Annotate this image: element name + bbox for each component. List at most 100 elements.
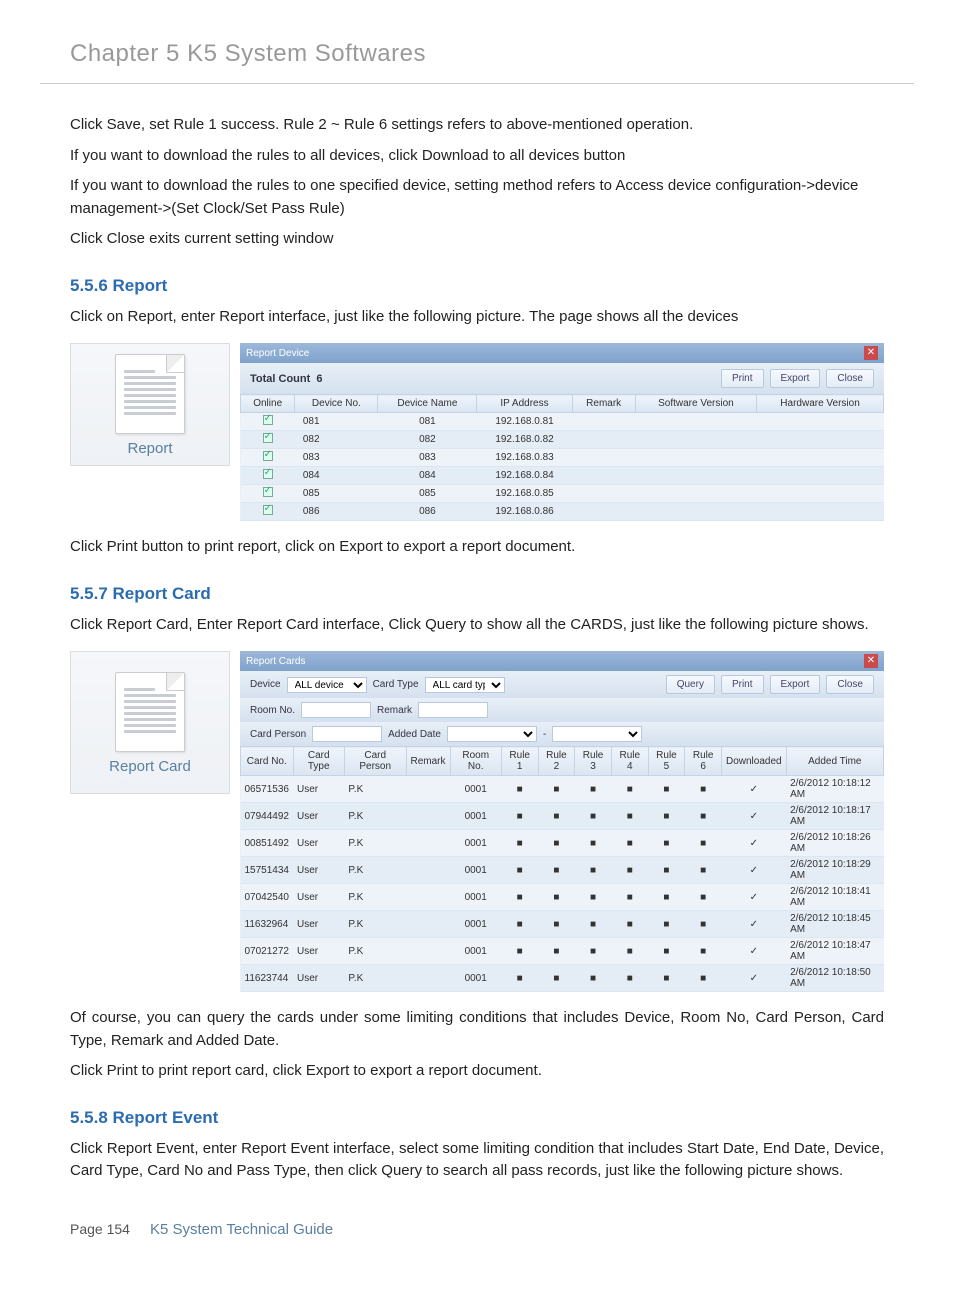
label-device: Device xyxy=(250,679,281,690)
table-row[interactable]: 082082192.168.0.82 xyxy=(241,431,884,449)
report-cards-window: Report Cards ✕ Device ALL device Card Ty… xyxy=(240,651,884,992)
table-row[interactable]: 084084192.168.0.84 xyxy=(241,467,884,485)
s556-p2: Click Print button to print report, clic… xyxy=(70,536,884,559)
chapter-header: Chapter 5 K5 System Softwares xyxy=(40,30,914,84)
intro-p3: If you want to download the rules to one… xyxy=(70,175,884,220)
s558-p1: Click Report Event, enter Report Event i… xyxy=(70,1138,884,1183)
report-card-icon-label: Report Card xyxy=(71,758,229,775)
col-remark[interactable]: Remark xyxy=(572,395,635,413)
s556-p1: Click on Report, enter Report interface,… xyxy=(70,306,884,329)
intro-p2: If you want to download the rules to all… xyxy=(70,145,884,168)
export-button[interactable]: Export xyxy=(770,675,821,694)
window-titlebar: Report Device ✕ xyxy=(240,343,884,363)
intro-p1: Click Save, set Rule 1 success. Rule 2 ~… xyxy=(70,114,884,137)
report-sidebar-icon[interactable]: Report xyxy=(70,343,230,466)
col-roomno[interactable]: Room No. xyxy=(450,747,501,776)
window-titlebar: Report Cards ✕ xyxy=(240,651,884,671)
col-r3[interactable]: Rule 3 xyxy=(575,747,612,776)
close-button[interactable]: Close xyxy=(826,675,874,694)
total-count-label: Total Count 6 xyxy=(250,373,323,385)
table-row[interactable]: 06571536UserP.K0001■■■■■■✓2/6/2012 10:18… xyxy=(241,776,884,803)
col-devno[interactable]: Device No. xyxy=(295,395,378,413)
device-grid: Online Device No. Device Name IP Address… xyxy=(240,394,884,521)
col-hw[interactable]: Hardware Version xyxy=(757,395,884,413)
close-icon[interactable]: ✕ xyxy=(864,654,878,668)
report-card-sidebar-icon[interactable]: Report Card xyxy=(70,651,230,794)
filter-row: Device ALL device Card Type ALL card typ… xyxy=(240,671,884,698)
checkbox-icon[interactable] xyxy=(263,505,273,515)
addeddate-to[interactable] xyxy=(552,726,642,742)
label-cardperson: Card Person xyxy=(250,729,306,740)
report-device-window: Report Device ✕ Total Count 6 Print Expo… xyxy=(240,343,884,521)
cardtype-select[interactable]: ALL card type xyxy=(425,677,505,693)
table-row[interactable]: 086086192.168.0.86 xyxy=(241,503,884,521)
close-button[interactable]: Close xyxy=(826,369,874,388)
checkbox-icon[interactable] xyxy=(263,451,273,461)
col-r6[interactable]: Rule 6 xyxy=(685,747,722,776)
s557-p1: Click Report Card, Enter Report Card int… xyxy=(70,614,884,637)
col-dl[interactable]: Downloaded xyxy=(721,747,786,776)
report-toolbar: Total Count 6 Print Export Close xyxy=(240,363,884,394)
addeddate-from[interactable] xyxy=(447,726,537,742)
report-icon-label: Report xyxy=(71,440,229,457)
table-row[interactable]: 11623744UserP.K0001■■■■■■✓2/6/2012 10:18… xyxy=(241,965,884,992)
col-cardno[interactable]: Card No. xyxy=(241,747,294,776)
table-row[interactable]: 07021272UserP.K0001■■■■■■✓2/6/2012 10:18… xyxy=(241,938,884,965)
window-title: Report Device xyxy=(246,348,309,359)
print-button[interactable]: Print xyxy=(721,369,764,388)
checkbox-icon[interactable] xyxy=(263,487,273,497)
label-cardtype: Card Type xyxy=(373,679,419,690)
s557-p2: Of course, you can query the cards under… xyxy=(70,1007,884,1052)
col-r1[interactable]: Rule 1 xyxy=(501,747,538,776)
print-button[interactable]: Print xyxy=(721,675,764,694)
col-sw[interactable]: Software Version xyxy=(635,395,756,413)
heading-556: 5.5.6 Report xyxy=(70,276,884,296)
table-row[interactable]: 07042540UserP.K0001■■■■■■✓2/6/2012 10:18… xyxy=(241,884,884,911)
table-row[interactable]: 07944492UserP.K0001■■■■■■✓2/6/2012 10:18… xyxy=(241,803,884,830)
col-r2[interactable]: Rule 2 xyxy=(538,747,575,776)
document-icon xyxy=(115,672,185,752)
device-select[interactable]: ALL device xyxy=(287,677,367,693)
export-button[interactable]: Export xyxy=(770,369,821,388)
label-roomno: Room No. xyxy=(250,705,295,716)
col-r4[interactable]: Rule 4 xyxy=(611,747,648,776)
col-devname[interactable]: Device Name xyxy=(378,395,477,413)
s557-p3: Click Print to print report card, click … xyxy=(70,1060,884,1083)
col-cardtype[interactable]: Card Type xyxy=(293,747,344,776)
filter-row-2: Room No. Remark xyxy=(240,698,884,722)
table-row[interactable]: 081081192.168.0.81 xyxy=(241,413,884,431)
col-cardperson[interactable]: Card Person xyxy=(344,747,406,776)
guide-title: K5 System Technical Guide xyxy=(150,1221,333,1238)
checkbox-icon[interactable] xyxy=(263,415,273,425)
checkbox-icon[interactable] xyxy=(263,433,273,443)
figure-report-card: Report Card Report Cards ✕ Device ALL de… xyxy=(70,651,884,992)
heading-557: 5.5.7 Report Card xyxy=(70,584,884,604)
figure-report: Report Report Device ✕ Total Count 6 Pri… xyxy=(70,343,884,521)
col-remark[interactable]: Remark xyxy=(406,747,450,776)
table-row[interactable]: 11632964UserP.K0001■■■■■■✓2/6/2012 10:18… xyxy=(241,911,884,938)
heading-558: 5.5.8 Report Event xyxy=(70,1108,884,1128)
col-r5[interactable]: Rule 5 xyxy=(648,747,685,776)
page-footer: Page 154 K5 System Technical Guide xyxy=(40,1191,914,1248)
table-row[interactable]: 083083192.168.0.83 xyxy=(241,449,884,467)
col-ip[interactable]: IP Address xyxy=(477,395,572,413)
col-added[interactable]: Added Time xyxy=(786,747,883,776)
remark-input[interactable] xyxy=(418,702,488,718)
cards-grid: Card No. Card Type Card Person Remark Ro… xyxy=(240,746,884,992)
col-online[interactable]: Online xyxy=(241,395,295,413)
cardperson-input[interactable] xyxy=(312,726,382,742)
table-row[interactable]: 15751434UserP.K0001■■■■■■✓2/6/2012 10:18… xyxy=(241,857,884,884)
filter-row-3: Card Person Added Date - xyxy=(240,722,884,746)
table-row[interactable]: 085085192.168.0.85 xyxy=(241,485,884,503)
document-icon xyxy=(115,354,185,434)
table-row[interactable]: 00851492UserP.K0001■■■■■■✓2/6/2012 10:18… xyxy=(241,830,884,857)
intro-p4: Click Close exits current setting window xyxy=(70,228,884,251)
checkbox-icon[interactable] xyxy=(263,469,273,479)
label-remark: Remark xyxy=(377,705,412,716)
query-button[interactable]: Query xyxy=(666,675,715,694)
roomno-input[interactable] xyxy=(301,702,371,718)
page-number: Page 154 xyxy=(70,1221,130,1237)
label-addeddate: Added Date xyxy=(388,729,441,740)
window-title: Report Cards xyxy=(246,656,305,667)
close-icon[interactable]: ✕ xyxy=(864,346,878,360)
